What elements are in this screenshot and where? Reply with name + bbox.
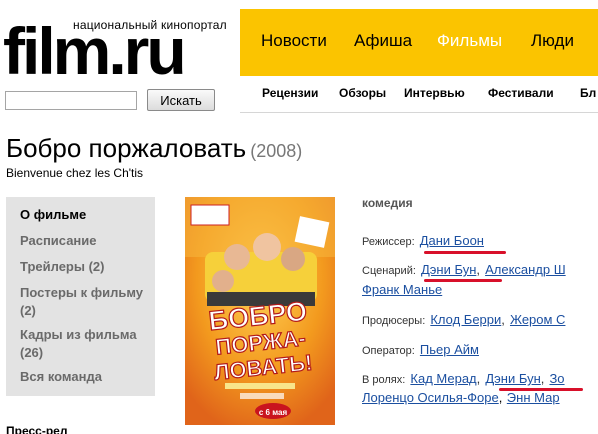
press-release-heading: Пресс-рел [6,424,68,434]
cast-link[interactable]: Энн Мар [507,390,560,405]
writer-link[interactable]: Франк Манье [362,282,442,297]
director-link[interactable]: Дани Боон [420,233,484,248]
subnav-overviews[interactable]: Обзоры [339,86,386,100]
site-logo[interactable]: национальный кинопортал film.ru [3,6,228,84]
nav-afisha[interactable]: Афиша [354,31,412,51]
sidebar-item-schedule[interactable]: Расписание [20,232,148,250]
nav-news[interactable]: Новости [261,31,327,51]
director-label: Режиссер: [362,236,415,248]
sidebar-item-stills[interactable]: Кадры из фильма (26) [20,326,148,362]
writer-link[interactable]: Дэни Бун [421,262,476,277]
subnav-blogs[interactable]: Бл [580,86,596,100]
film-title: Бобро поржаловать [6,133,247,163]
cast-link[interactable]: Дэни Бун [485,371,540,386]
subnav-reviews[interactable]: Рецензии [262,86,318,100]
subnav-festivals[interactable]: Фестивали [488,86,554,100]
annotation-underline [424,251,506,254]
film-genre: комедия [362,196,413,210]
nav-films[interactable]: Фильмы [437,31,502,51]
producers-row: Продюсеры: Клод Берри, Жером С [362,312,566,327]
search-button[interactable]: Искать [147,89,215,111]
operator-link[interactable]: Пьер Айм [420,342,479,357]
cast-row-cont: Лоренцо Осилья-Форе, Энн Мар [362,390,560,405]
director-row: Режиссер: Дани Боон [362,233,484,248]
subnav-interviews[interactable]: Интервью [404,86,465,100]
producer-link[interactable]: Клод Берри [430,312,501,327]
cast-link[interactable]: Лоренцо Осилья-Форе [362,390,499,405]
page-title: Бобро поржаловать (2008) [6,133,302,164]
operator-label: Оператор: [362,345,415,357]
operator-row: Оператор: Пьер Айм [362,342,479,357]
cast-link[interactable]: Зо [549,371,564,386]
original-title: Bienvenue chez les Ch'tis [6,166,144,180]
sidebar-item-trailers[interactable]: Трейлеры (2) [20,258,148,276]
film-sidebar-menu: О фильме Расписание Трейлеры (2) Постеры… [6,197,155,396]
sidebar-item-about[interactable]: О фильме [20,206,148,224]
sidebar-item-posters[interactable]: Постеры к фильму (2) [20,284,148,320]
producer-link[interactable]: Жером С [510,312,565,327]
film-poster[interactable]: БОБРО ПОРЖА- ЛОВАТЬ! с 6 мая [185,197,335,425]
film-year: (2008) [250,141,303,161]
writers-label: Сценарий: [362,265,416,277]
writers-row: Сценарий: Дэни Бун, Александр Ш [362,262,566,277]
main-nav: Новости Афиша Фильмы Люди [240,9,598,76]
cast-link[interactable]: Кад Мерад [410,371,476,386]
cast-label: В ролях: [362,374,406,386]
subnav-divider [240,112,598,113]
search-input[interactable] [5,91,137,110]
cast-row: В ролях: Кад Мерад, Дэни Бун, Зо [362,371,565,386]
poster-date: с 6 мая [259,408,288,417]
logo-text: film.ru [3,14,187,88]
sidebar-item-crew[interactable]: Вся команда [20,368,148,386]
writers-row-cont: Франк Манье [362,281,442,299]
nav-people[interactable]: Люди [531,31,574,51]
producers-label: Продюсеры: [362,315,426,327]
writer-link[interactable]: Александр Ш [485,262,566,277]
poster-image: БОБРО ПОРЖА- ЛОВАТЬ! с 6 мая [185,197,335,425]
